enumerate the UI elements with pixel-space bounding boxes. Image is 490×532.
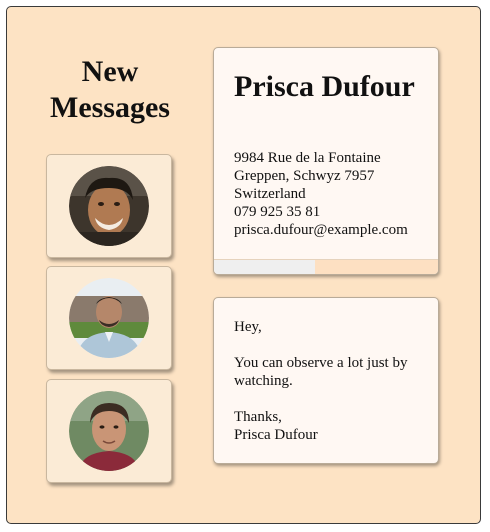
message-signoff: Thanks, Prisca Dufour	[234, 408, 424, 444]
contact-name: Prisca Dufour	[234, 70, 415, 103]
avatar-card-1[interactable]	[46, 154, 172, 258]
contact-email[interactable]: prisca.dufour@example.com	[234, 221, 434, 239]
contact-details: 9984 Rue de la Fontaine Greppen, Schwyz …	[234, 149, 434, 239]
progress-bar	[214, 259, 438, 274]
avatar-3	[69, 391, 149, 471]
progress-fill	[214, 260, 315, 274]
message-signoff-text: Thanks,	[234, 409, 282, 425]
message-text: You can observe a lot just by watching.	[234, 355, 408, 389]
new-messages-heading: New Messages	[50, 55, 170, 124]
message-body: Hey, You can observe a lot just by watch…	[234, 318, 424, 444]
message-signature: Prisca Dufour	[234, 427, 318, 443]
avatar-1	[69, 166, 149, 246]
contact-city: Greppen, Schwyz 7957	[234, 168, 375, 184]
avatar-card-2[interactable]	[46, 266, 172, 370]
message-card: Hey, You can observe a lot just by watch…	[213, 297, 439, 464]
contact-phone: 079 925 35 81	[234, 204, 321, 220]
message-greeting: Hey,	[234, 319, 262, 335]
avatar-card-3[interactable]	[46, 379, 172, 483]
contact-country: Switzerland	[234, 186, 306, 202]
contact-card: Prisca Dufour 9984 Rue de la Fontaine Gr…	[213, 47, 439, 275]
contact-street: 9984 Rue de la Fontaine	[234, 150, 381, 166]
avatar-2	[69, 278, 149, 358]
